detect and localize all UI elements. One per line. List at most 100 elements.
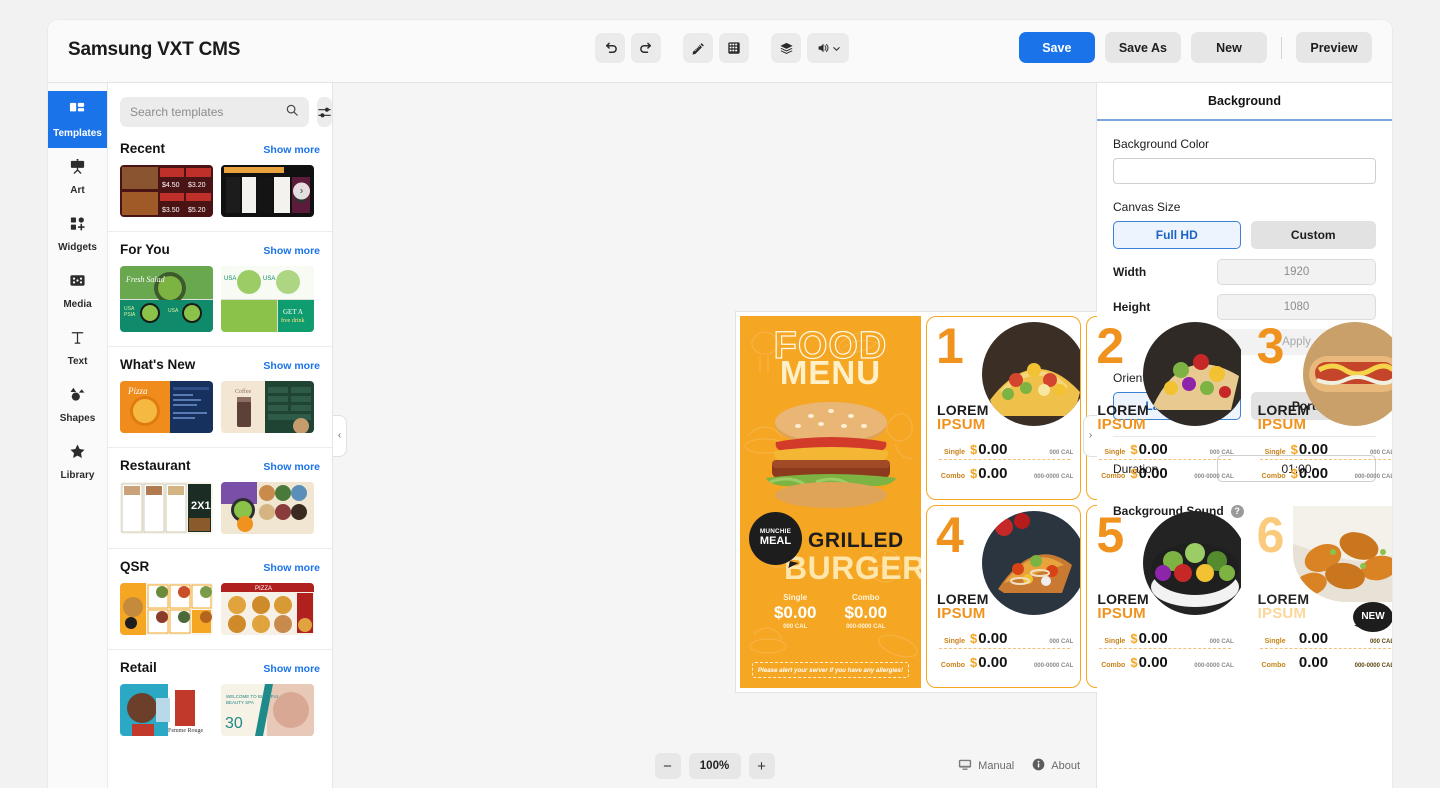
single-price: 0.00 (978, 629, 1008, 647)
help-icon[interactable]: ? (1230, 504, 1244, 518)
burger-image (766, 402, 896, 508)
menu-card[interactable]: 2 LOREM IPSUM Single $ 0.00 000 CAL Comb… (1086, 316, 1242, 500)
show-more-link[interactable]: Show more (263, 663, 320, 675)
sidebar-item-library[interactable]: Library (48, 433, 107, 490)
hero-panel[interactable]: FOOD MENU MUNCHIE MEAL GRILLED BURGER Si… (740, 316, 921, 688)
hero-single-label: Single (783, 593, 808, 602)
card-single-price-row: Single $ 0.00 000 CAL (935, 630, 1073, 647)
redo-icon[interactable] (631, 33, 661, 63)
template-thumbnail[interactable]: Femme Rouge (120, 684, 213, 736)
card-name-line1: LOREM (1097, 402, 1149, 418)
zoom-in-button[interactable]: + (748, 753, 775, 779)
combo-calories: 000-0000 CAL (1354, 474, 1392, 480)
show-more-link[interactable]: Show more (263, 245, 320, 257)
show-more-link[interactable]: Show more (263, 461, 320, 473)
search-input-wrapper[interactable] (120, 97, 309, 127)
template-thumbnail[interactable] (221, 482, 314, 534)
allergy-note: Please alert your server if you have any… (752, 662, 909, 678)
save-as-button[interactable]: Save As (1104, 32, 1181, 63)
menu-card[interactable]: 5 LOREM IPSUM Single $ 0.00 000 CAL Comb… (1086, 504, 1242, 688)
show-more-link[interactable]: Show more (263, 562, 320, 574)
template-thumbnail[interactable]: › (221, 165, 314, 217)
sidebar-item-shapes[interactable]: Shapes (48, 376, 107, 433)
price-divider (1259, 647, 1391, 649)
card-single-price-row: Single $ 0.00 000 CAL (1256, 441, 1392, 458)
zoom-out-button[interactable]: − (654, 753, 681, 779)
canvas-bottom-bar: − 100% + Manual About (333, 744, 1096, 788)
price-divider (1259, 459, 1391, 460)
card-number: 6 (1256, 506, 1285, 563)
price-divider (939, 459, 1071, 460)
template-thumbnail[interactable]: PIZZA (221, 583, 314, 635)
properties-panel-title: Background (1097, 83, 1392, 121)
new-button[interactable]: New (1191, 32, 1267, 63)
canvas-size-fullhd-button[interactable]: Full HD (1113, 221, 1241, 249)
zoom-level-display[interactable]: 100% (688, 753, 741, 779)
width-input[interactable]: 1920 (1217, 259, 1376, 285)
search-input[interactable] (130, 105, 285, 119)
menu-card[interactable]: 1 LOREM IPSUM Single $ 0.00 000 CAL Comb… (926, 316, 1082, 500)
show-more-link[interactable]: Show more (263, 144, 320, 156)
menu-card[interactable]: 4 LOREM IPSUM Single $ 0.00 000 CAL Comb… (926, 504, 1082, 688)
volume-icon[interactable] (807, 33, 849, 63)
star-library-icon (69, 443, 86, 465)
food-image-salad (1142, 510, 1241, 615)
thumbnail-row: 2X1 (120, 482, 320, 534)
single-label: Single (1264, 637, 1286, 645)
sidebar-item-templates[interactable]: Templates (48, 91, 107, 148)
canvas-area: ‹ › FOOD MENU MUNCHIE MEAL GRILLED BURGE… (333, 83, 1392, 788)
sidebar-item-label: Library (60, 469, 95, 481)
combo-calories: 000-0000 CAL (1354, 662, 1392, 669)
canvas-size-custom-button[interactable]: Custom (1250, 221, 1376, 249)
sidebar-item-text[interactable]: Text (48, 319, 107, 376)
about-link[interactable]: About (1032, 758, 1080, 774)
template-thumbnail[interactable] (120, 583, 213, 635)
combo-calories: 000-0000 CAL (1194, 474, 1234, 480)
menu-card[interactable]: 3 LOREM IPSUM Single $ 0.00 000 CAL Comb… (1246, 316, 1392, 500)
template-thumbnail[interactable]: Pizza (120, 381, 213, 433)
save-button[interactable]: Save (1018, 32, 1095, 63)
single-calories: 000 CAL (1049, 450, 1074, 456)
show-more-link[interactable]: Show more (263, 360, 320, 372)
sidebar-item-art[interactable]: Art (48, 148, 107, 205)
collapse-left-panel-handle[interactable]: ‹ (333, 414, 347, 457)
action-divider (1281, 36, 1282, 59)
template-thumbnail[interactable]: Coffee (221, 381, 314, 433)
next-arrow-icon[interactable]: › (293, 182, 310, 200)
template-thumbnail[interactable]: Fresh Salad USA PSIA USA (120, 266, 213, 332)
sidebar-item-widgets[interactable]: Widgets (48, 205, 107, 262)
template-thumbnail[interactable]: USA USA GET Afree drink (221, 266, 314, 332)
sidebar-item-media[interactable]: Media (48, 262, 107, 319)
section-title: QSR (120, 559, 150, 574)
template-thumbnail[interactable]: WELCOME TO BLISSFUL BEAUTY SPA 30 (221, 684, 314, 736)
combo-price: 0.00 (978, 465, 1008, 482)
template-thumbnail[interactable]: 2X1 (120, 482, 213, 534)
filter-sliders-icon[interactable] (317, 97, 332, 127)
grid-table-icon[interactable] (719, 33, 749, 63)
template-thumbnail[interactable]: $4.50 $3.20 $3.50 $5.20 (120, 165, 213, 217)
svg-text:PIZZA: PIZZA (255, 586, 272, 592)
templates-section-restaurant: Restaurant Show more 2X1 (108, 447, 332, 548)
card-name-line1: LOREM (1097, 590, 1149, 607)
background-color-label: Background Color (1113, 137, 1210, 151)
editor-toolbar (595, 33, 849, 63)
bottom-links: Manual About (958, 758, 1080, 774)
chevron-down-icon (832, 46, 840, 51)
collapse-right-panel-handle[interactable]: › (1083, 414, 1097, 457)
manual-link[interactable]: Manual (958, 758, 1014, 774)
munchie-meal-badge: MUNCHIE MEAL (749, 512, 802, 565)
card-single-price-row: Single $ 0.00 000 CAL (1256, 630, 1392, 647)
background-color-input[interactable] (1113, 158, 1376, 184)
hero-single-value: $0.00 (773, 603, 817, 622)
preview-button[interactable]: Preview (1296, 32, 1372, 63)
about-label: About (1051, 760, 1080, 772)
zoom-controls: − 100% + (654, 753, 775, 779)
search-icon (285, 103, 299, 122)
combo-price: 0.00 (1138, 465, 1168, 482)
layers-icon[interactable] (771, 33, 801, 63)
height-input[interactable]: 1080 (1217, 294, 1376, 320)
combo-label: Combo (1261, 473, 1286, 480)
templates-section-recent: Recent Show more $4.50 $3.20 $3.50 $5.20 › (108, 139, 332, 231)
ruler-pencil-icon[interactable] (683, 33, 713, 63)
undo-icon[interactable] (595, 33, 625, 63)
